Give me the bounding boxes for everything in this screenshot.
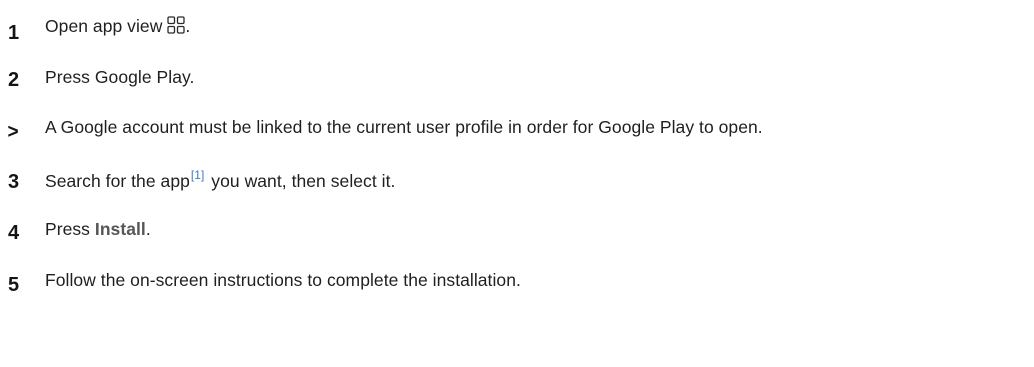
step-number: 5 [8,274,20,296]
note-text: A Google account must be linked to the c… [45,117,763,137]
step-text-suffix: . [185,16,191,36]
step-text: Follow the on-screen instructions to com… [45,270,521,290]
note-arrow-icon: > [7,121,19,143]
step-number: 1 [8,22,20,44]
step-number: 4 [8,222,20,244]
step-5: 5 Follow the on-screen instructions to c… [0,264,1034,304]
step-2: 2 Press Google Play. [0,61,1034,101]
step-number: 3 [8,171,20,193]
step-note: > A Google account must be linked to the… [0,111,1034,151]
step-text-after: . [145,219,151,239]
step-text-before: Search for the app [45,171,190,191]
step-text: Press Install. [45,219,151,240]
reference-link[interactable]: [1] [191,168,205,182]
step-text-label: Open app view [45,16,163,36]
install-label: Install [94,219,146,239]
step-text: Press Google Play. [45,67,195,87]
step-number: 2 [8,69,20,91]
step-text-after: you want, then select it. [206,171,396,191]
step-text: Open app view . [45,16,190,37]
step-1: 1 Open app view . [0,10,1034,50]
step-4: 4 Press Install. [0,213,1034,253]
installation-steps-list: 1 Open app view . 2 Press Google Play. >… [0,0,1034,367]
step-text: Search for the app[1] you want, then sel… [45,168,395,192]
app-grid-icon [167,16,186,34]
step-text-before: Press [45,219,95,239]
step-3: 3 Search for the app[1] you want, then s… [0,162,1034,202]
